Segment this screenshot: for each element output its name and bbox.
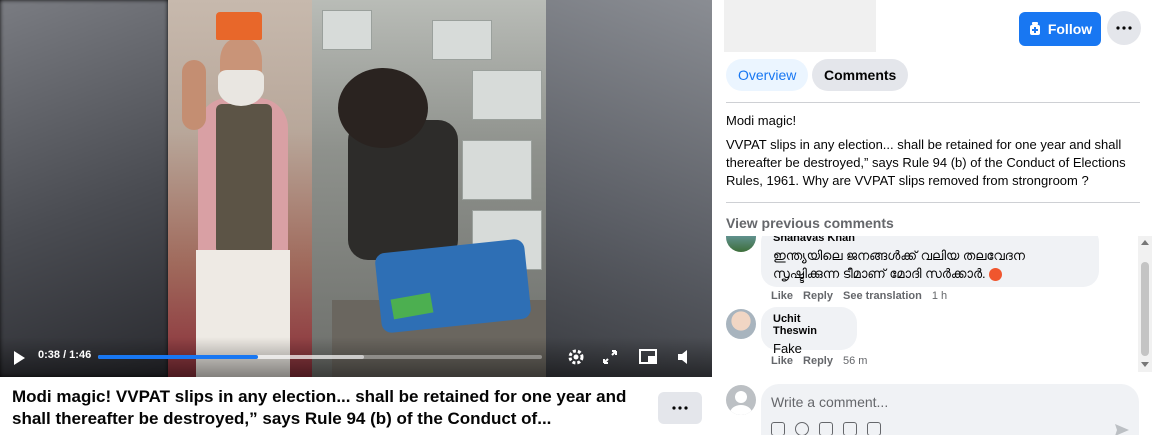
post-title: Modi magic! VVPAT slips in any election.…	[12, 387, 627, 428]
side-panel: Follow Overview Comments Modi magic! VVP…	[712, 0, 1153, 435]
composer-toolbar	[771, 422, 881, 435]
caption-title: Modi magic!	[726, 113, 797, 128]
comment-bubble: Uchit Theswin Fake	[761, 307, 857, 356]
video-blur-right	[546, 0, 712, 377]
scroll-down-icon[interactable]	[1141, 362, 1149, 367]
fullscreen-icon[interactable]	[600, 347, 620, 367]
divider	[726, 202, 1140, 203]
see-translation-link[interactable]: See translation	[843, 290, 922, 302]
reply-link[interactable]: Reply	[803, 355, 833, 367]
user-silhouette-icon	[730, 391, 752, 415]
comment-time[interactable]: 56 m	[843, 355, 867, 367]
comment-author[interactable]: Shahavas Khan	[773, 236, 1087, 244]
more-dots-icon	[1116, 26, 1132, 30]
follow-button[interactable]: Follow	[1019, 12, 1101, 46]
volume-icon[interactable]	[674, 347, 694, 367]
divider	[726, 102, 1140, 103]
comment-text: ഇന്ത്യയിലെ ജനങ്ങൾക്ക് വലിയ തലവേദന സൃഷ്ടി…	[773, 248, 1025, 282]
tab-overview[interactable]: Overview	[726, 59, 809, 91]
play-icon[interactable]	[14, 351, 25, 365]
video-frame-right	[312, 0, 546, 377]
angry-emoji-icon	[989, 268, 1003, 282]
video-blur-left	[0, 0, 168, 377]
video-player[interactable]: 0:38 / 1:46	[0, 0, 712, 377]
emoji-icon[interactable]	[795, 422, 809, 435]
scroll-thumb[interactable]	[1141, 262, 1149, 356]
video-time: 0:38 / 1:46	[38, 349, 92, 361]
avatar-sticker-icon[interactable]	[771, 422, 785, 435]
gif-icon[interactable]	[843, 422, 857, 435]
send-icon[interactable]	[1115, 424, 1129, 435]
sticker-icon[interactable]	[867, 422, 881, 435]
camera-icon[interactable]	[819, 422, 833, 435]
tab-comments[interactable]: Comments	[812, 59, 909, 91]
comment-actions: Like Reply 56 m	[771, 355, 867, 367]
page-thumbnail	[724, 0, 876, 52]
like-link[interactable]: Like	[771, 355, 793, 367]
reply-link[interactable]: Reply	[803, 290, 833, 302]
comments-list: Shahavas Khan ഇന്ത്യയിലെ ജനങ്ങൾക്ക് വലിയ…	[712, 236, 1153, 372]
video-controls: 0:38 / 1:46	[0, 337, 712, 377]
comment-time[interactable]: 1 h	[932, 290, 947, 302]
post-more-button[interactable]	[658, 392, 702, 424]
like-link[interactable]: Like	[771, 290, 793, 302]
comment-input[interactable]: Write a comment...	[771, 394, 888, 410]
comment-bubble: Shahavas Khan ഇന്ത്യയിലെ ജനങ്ങൾക്ക് വലിയ…	[761, 236, 1099, 287]
comments-scrollbar[interactable]	[1138, 236, 1152, 372]
comment-composer[interactable]: Write a comment...	[761, 384, 1139, 435]
comment-author[interactable]: Uchit Theswin	[773, 313, 845, 337]
scroll-up-icon[interactable]	[1141, 240, 1149, 245]
video-frame-left	[168, 0, 312, 377]
panel-more-button[interactable]	[1107, 11, 1141, 45]
follow-page-icon	[1029, 22, 1040, 35]
video-progress[interactable]	[98, 355, 542, 359]
settings-icon[interactable]	[566, 347, 586, 367]
avatar[interactable]	[726, 236, 756, 252]
current-user-avatar	[726, 385, 756, 415]
pip-icon[interactable]	[638, 347, 658, 367]
progress-played	[98, 355, 258, 359]
more-dots-icon	[672, 406, 688, 410]
view-previous-comments[interactable]: View previous comments	[726, 215, 894, 231]
comment-actions: Like Reply See translation 1 h	[771, 290, 947, 302]
follow-label: Follow	[1047, 21, 1093, 37]
avatar[interactable]	[726, 309, 756, 339]
caption-body: VVPAT slips in any election... shall be …	[726, 137, 1126, 188]
